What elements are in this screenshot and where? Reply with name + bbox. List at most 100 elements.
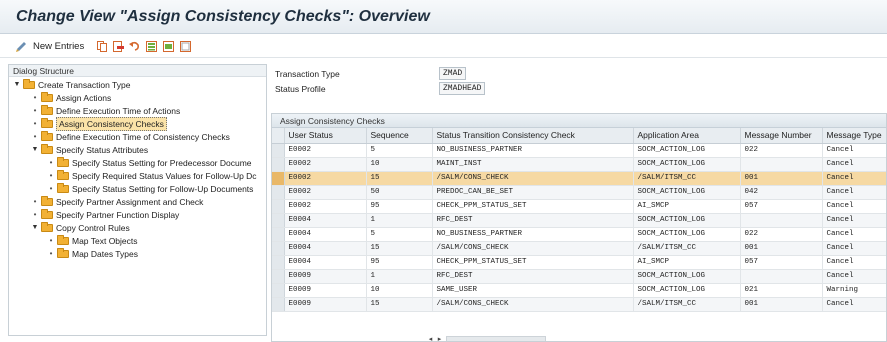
table-row[interactable]: E0002 15/SALM/CONS_CHECK/SALM/ITSM_CC 001 C… bbox=[272, 171, 886, 186]
row-selector[interactable] bbox=[272, 143, 285, 158]
sequence-cell[interactable]: 1 bbox=[366, 269, 433, 284]
message-type-cell[interactable]: Cancel bbox=[822, 199, 886, 214]
table-row[interactable]: E0009 1 RFC_DEST SOCM_ACTION_LOG Cancel bbox=[272, 269, 886, 284]
message-type-cell[interactable]: Cancel bbox=[822, 157, 886, 172]
sequence-cell[interactable]: 95 bbox=[366, 199, 433, 214]
user-status-cell[interactable]: E0004 bbox=[284, 255, 367, 270]
user-status-cell[interactable]: E0004 bbox=[284, 227, 367, 242]
message-number-cell[interactable]: 042 bbox=[740, 185, 823, 200]
row-selector[interactable] bbox=[272, 297, 285, 312]
row-selector[interactable] bbox=[272, 171, 285, 186]
consistency-check-cell[interactable]: RFC_DEST bbox=[432, 269, 634, 284]
tree-node-assign-actions[interactable]: • Assign Actions bbox=[31, 92, 111, 104]
consistency-check-cell[interactable]: CHECK_PPM_STATUS_SET bbox=[432, 255, 634, 270]
row-selector[interactable] bbox=[272, 283, 285, 298]
consistency-check-cell[interactable]: SAME_USER bbox=[432, 283, 634, 298]
select-all-rows-button[interactable] bbox=[272, 128, 285, 144]
select-block-button[interactable] bbox=[163, 38, 174, 54]
tree-node-map-text-objects[interactable]: • Map Text Objects bbox=[47, 235, 138, 247]
column-header-consistency-check[interactable]: Status Transition Consistency Check bbox=[432, 128, 634, 144]
column-header-sequence[interactable]: Sequence bbox=[366, 128, 433, 144]
expanded-triangle-icon[interactable]: ▼ bbox=[13, 79, 21, 91]
table-row[interactable]: E0004 15/SALM/CONS_CHECK/SALM/ITSM_CC 001 C… bbox=[272, 241, 886, 256]
user-status-cell[interactable]: E0009 bbox=[284, 297, 367, 312]
tree-node-define-execution-time-of-actions[interactable]: • Define Execution Time of Actions bbox=[31, 105, 180, 117]
table-row[interactable]: E0009 15/SALM/CONS_CHECK/SALM/ITSM_CC 001 C… bbox=[272, 297, 886, 312]
application-area-cell[interactable]: SOCM_ACTION_LOG bbox=[633, 227, 741, 242]
deselect-all-button[interactable] bbox=[180, 38, 191, 54]
scroll-right-icon[interactable]: ▸ bbox=[435, 335, 444, 342]
message-type-cell[interactable]: Cancel bbox=[822, 143, 886, 158]
table-row[interactable]: E0002 95 CHECK_PPM_STATUS_SET AI_SMCP 057 Can… bbox=[272, 199, 886, 214]
sequence-cell[interactable]: 10 bbox=[366, 157, 433, 172]
message-number-cell[interactable]: 057 bbox=[740, 255, 823, 270]
table-row[interactable]: E0004 1 RFC_DEST SOCM_ACTION_LOG Cancel bbox=[272, 213, 886, 228]
row-selector[interactable] bbox=[272, 157, 285, 172]
sequence-cell[interactable]: 5 bbox=[366, 227, 433, 242]
consistency-check-cell[interactable]: NO_BUSINESS_PARTNER bbox=[432, 143, 634, 158]
consistency-check-cell[interactable]: PREDOC_CAN_BE_SET bbox=[432, 185, 634, 200]
user-status-cell[interactable]: E0002 bbox=[284, 171, 367, 186]
tree-node-map-dates-types[interactable]: • Map Dates Types bbox=[47, 248, 138, 260]
row-selector[interactable] bbox=[272, 213, 285, 228]
user-status-cell[interactable]: E0002 bbox=[284, 199, 367, 214]
message-type-cell[interactable]: Cancel bbox=[822, 297, 886, 312]
message-number-cell[interactable]: 057 bbox=[740, 199, 823, 214]
consistency-check-cell[interactable]: /SALM/CONS_CHECK bbox=[432, 171, 634, 186]
row-selector[interactable] bbox=[272, 227, 285, 242]
consistency-check-cell[interactable]: /SALM/CONS_CHECK bbox=[432, 241, 634, 256]
application-area-cell[interactable]: /SALM/ITSM_CC bbox=[633, 297, 741, 312]
message-number-cell[interactable]: 001 bbox=[740, 241, 823, 256]
sequence-cell[interactable]: 15 bbox=[366, 297, 433, 312]
tree-node-assign-consistency-checks[interactable]: • Assign Consistency Checks bbox=[31, 117, 167, 131]
sequence-cell[interactable]: 10 bbox=[366, 283, 433, 298]
table-row[interactable]: E0009 10 SAME_USER SOCM_ACTION_LOG 021 Warnin… bbox=[272, 283, 886, 298]
row-selector[interactable] bbox=[272, 185, 285, 200]
table-row[interactable]: E0002 50 PREDOC_CAN_BE_SET SOCM_ACTION_LOG 0… bbox=[272, 185, 886, 200]
application-area-cell[interactable]: SOCM_ACTION_LOG bbox=[633, 283, 741, 298]
delete-button[interactable] bbox=[113, 38, 124, 54]
select-all-button[interactable] bbox=[146, 38, 157, 54]
application-area-cell[interactable]: /SALM/ITSM_CC bbox=[633, 241, 741, 256]
sequence-cell[interactable]: 95 bbox=[366, 255, 433, 270]
sequence-cell[interactable]: 1 bbox=[366, 213, 433, 228]
tree-node-partner-assignment-and-check[interactable]: • Specify Partner Assignment and Check bbox=[31, 196, 203, 208]
tree-node-create-transaction-type[interactable]: ▼ Create Transaction Type bbox=[13, 79, 130, 91]
message-number-cell[interactable] bbox=[740, 213, 823, 228]
application-area-cell[interactable]: SOCM_ACTION_LOG bbox=[633, 213, 741, 228]
application-area-cell[interactable]: /SALM/ITSM_CC bbox=[633, 171, 741, 186]
message-type-cell[interactable]: Cancel bbox=[822, 185, 886, 200]
column-header-application-area[interactable]: Application Area bbox=[633, 128, 741, 144]
consistency-check-cell[interactable]: /SALM/CONS_CHECK bbox=[432, 297, 634, 312]
user-status-cell[interactable]: E0009 bbox=[284, 283, 367, 298]
message-type-cell[interactable]: Cancel bbox=[822, 227, 886, 242]
sequence-cell[interactable]: 15 bbox=[366, 171, 433, 186]
user-status-cell[interactable]: E0002 bbox=[284, 185, 367, 200]
consistency-check-cell[interactable]: RFC_DEST bbox=[432, 213, 634, 228]
row-selector[interactable] bbox=[272, 241, 285, 256]
tree-node-copy-control-rules[interactable]: ▼ Copy Control Rules bbox=[31, 222, 130, 234]
message-type-cell[interactable]: Cancel bbox=[822, 269, 886, 284]
message-number-cell[interactable]: 001 bbox=[740, 297, 823, 312]
column-header-user-status[interactable]: User Status bbox=[284, 128, 367, 144]
table-row[interactable]: E0004 5 NO_BUSINESS_PARTNER SOCM_ACTION_LOG… bbox=[272, 227, 886, 242]
message-number-cell[interactable]: 022 bbox=[740, 143, 823, 158]
tree-node-partner-function-display[interactable]: • Specify Partner Function Display bbox=[31, 209, 179, 221]
undo-button[interactable] bbox=[129, 38, 140, 54]
message-type-cell[interactable]: Cancel bbox=[822, 241, 886, 256]
application-area-cell[interactable]: SOCM_ACTION_LOG bbox=[633, 269, 741, 284]
new-entries-button[interactable]: New Entries bbox=[16, 38, 84, 54]
column-header-message-number[interactable]: Message Number bbox=[740, 128, 823, 144]
message-type-cell[interactable]: Cancel bbox=[822, 171, 886, 186]
tree-node-required-status-values-follow-up[interactable]: • Specify Required Status Values for Fol… bbox=[47, 170, 257, 182]
tree-node-status-setting-follow-up[interactable]: • Specify Status Setting for Follow-Up D… bbox=[47, 183, 253, 195]
application-area-cell[interactable]: SOCM_ACTION_LOG bbox=[633, 157, 741, 172]
scroll-left-icon[interactable]: ◂ bbox=[426, 335, 435, 342]
table-row[interactable]: E0002 5 NO_BUSINESS_PARTNER SOCM_ACTION_LOG… bbox=[272, 143, 886, 158]
user-status-cell[interactable]: E0002 bbox=[284, 143, 367, 158]
consistency-check-cell[interactable]: NO_BUSINESS_PARTNER bbox=[432, 227, 634, 242]
copy-button[interactable] bbox=[97, 38, 108, 54]
row-selector[interactable] bbox=[272, 269, 285, 284]
consistency-check-cell[interactable]: CHECK_PPM_STATUS_SET bbox=[432, 199, 634, 214]
column-header-message-type[interactable]: Message Type bbox=[822, 128, 886, 144]
